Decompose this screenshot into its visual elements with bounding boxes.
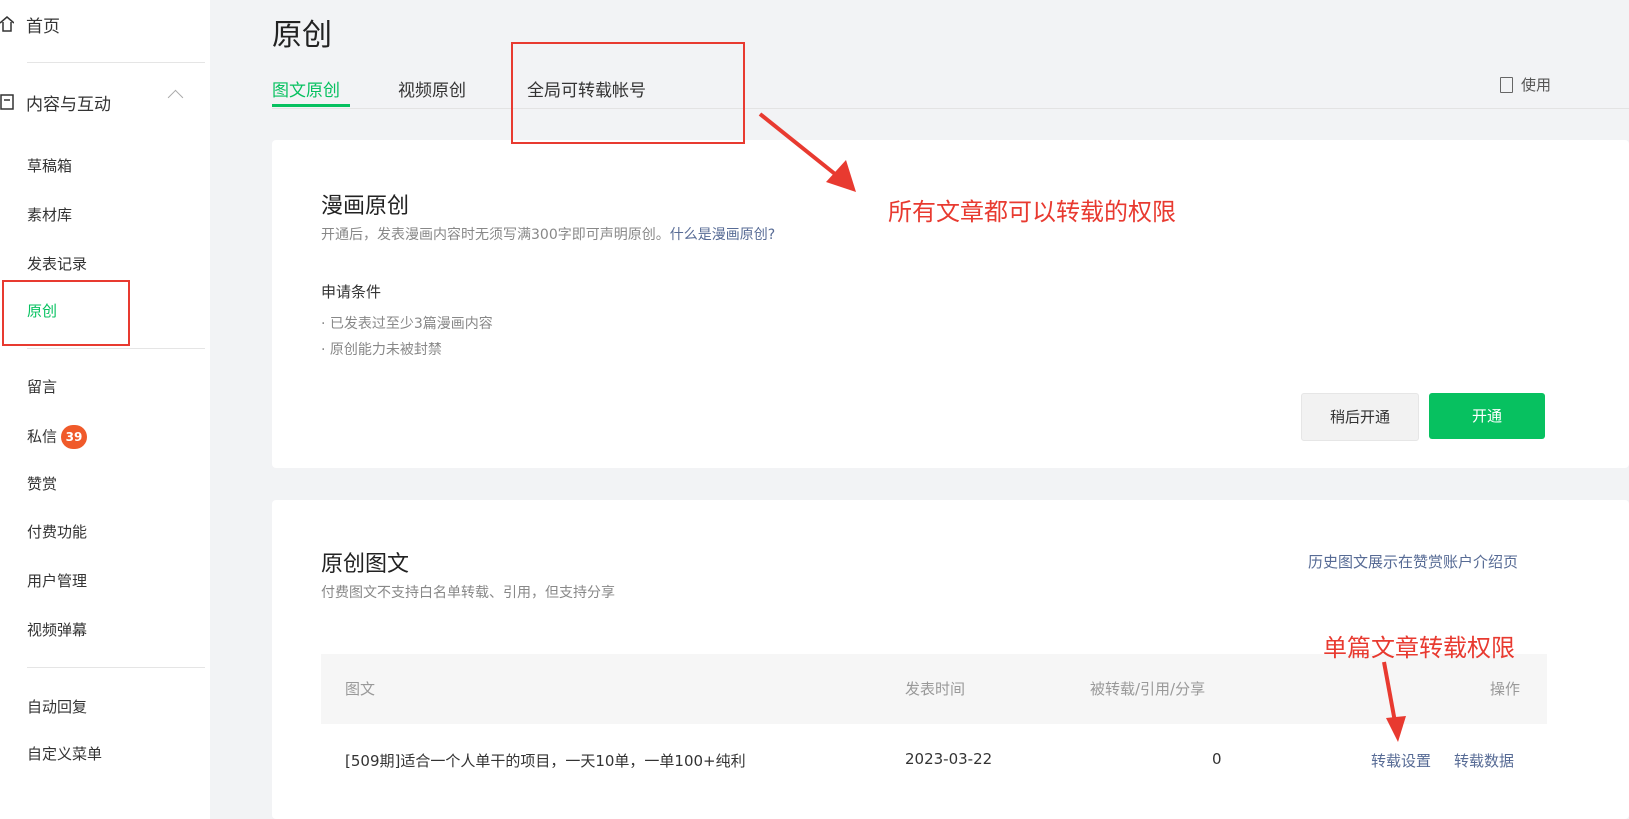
- arrow-head-icon: [826, 160, 856, 192]
- annotation-arrows: [758, 112, 1406, 742]
- arrow-head-icon: [1386, 716, 1406, 742]
